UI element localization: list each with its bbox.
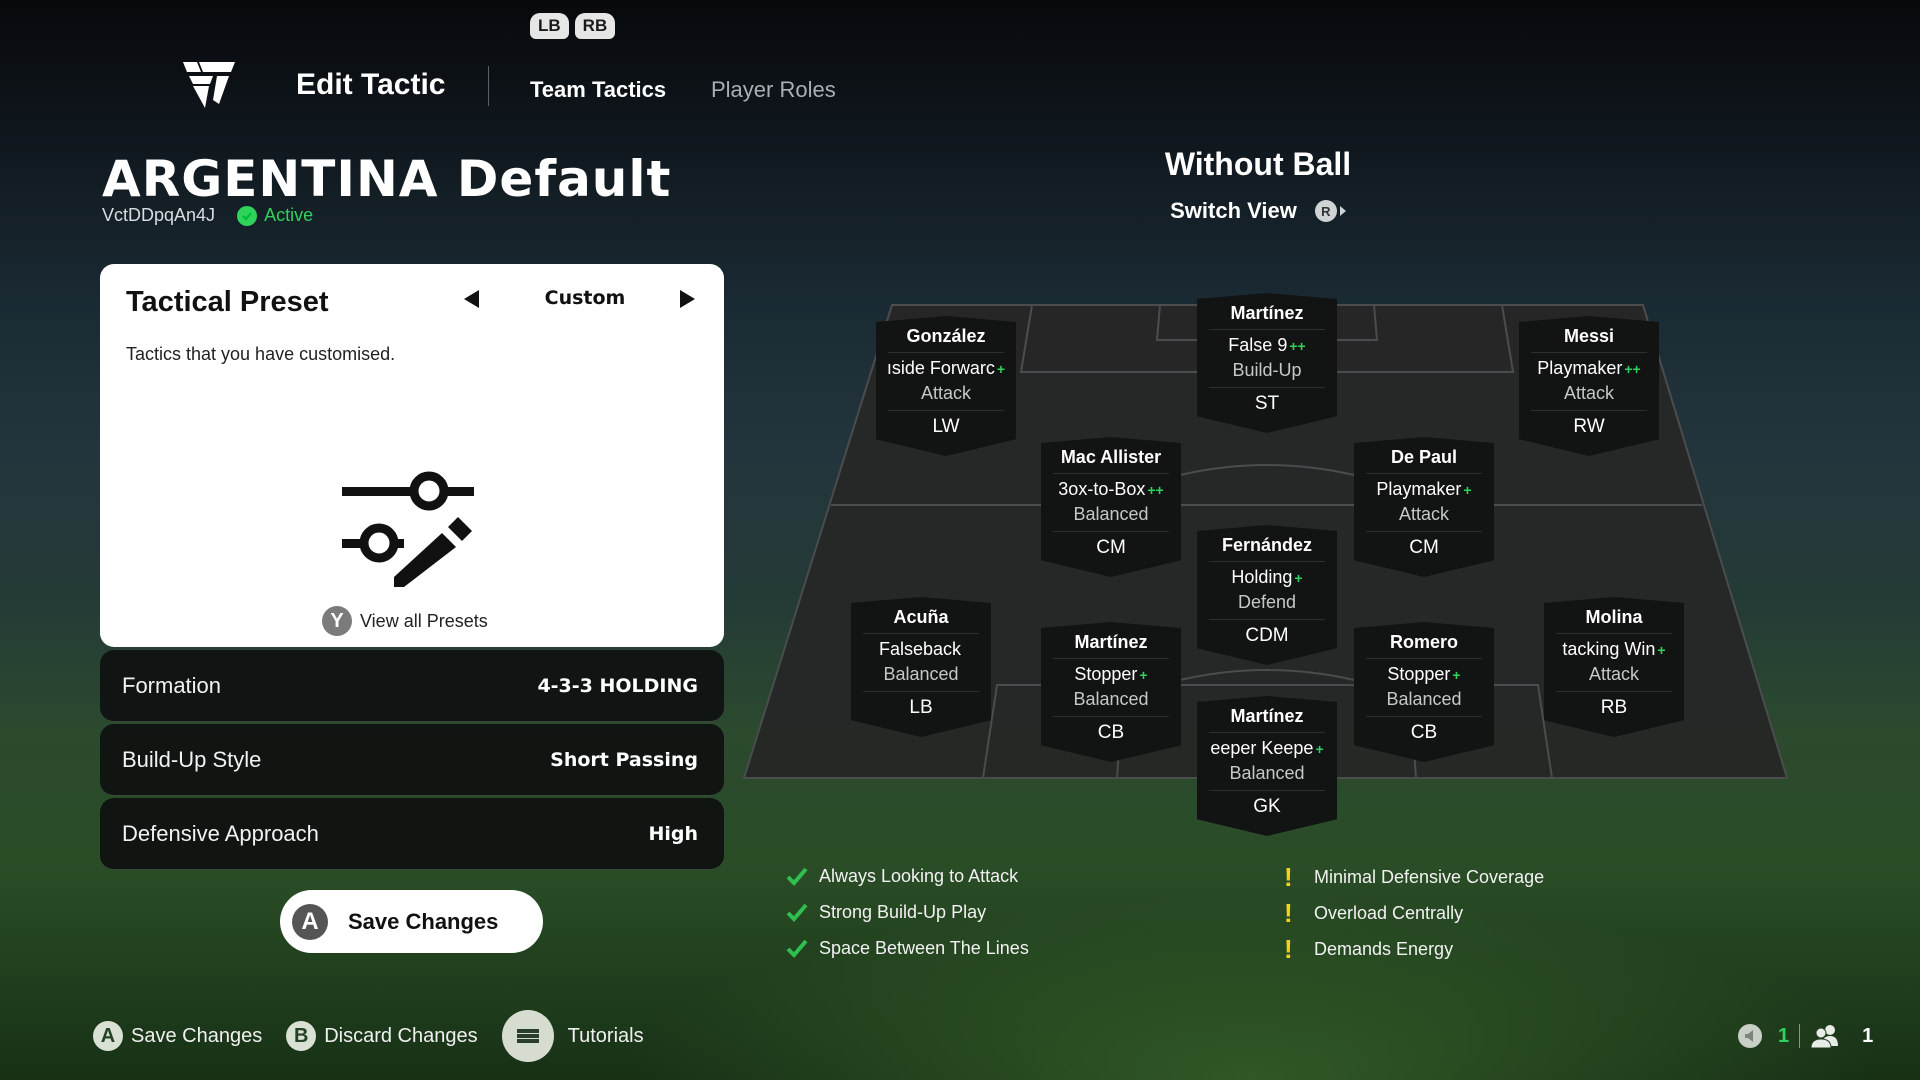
- strength-item: Always Looking to Attack: [785, 864, 1018, 888]
- player-role: ıside Forwarc +: [886, 358, 1006, 378]
- weakness-item: ! Demands Energy: [1284, 934, 1453, 965]
- player-card-gk[interactable]: Martínez eeper Keepe + Balanced GK: [1197, 696, 1337, 836]
- player-focus: Balanced: [863, 662, 979, 692]
- player-focus: Balanced: [1366, 687, 1482, 717]
- player-position: CM: [1096, 537, 1126, 558]
- role-familiarity-plus-icon: +: [1139, 667, 1148, 683]
- role-familiarity-plus-icon: +: [996, 361, 1006, 377]
- player-focus: Attack: [888, 381, 1004, 411]
- player-card-cm[interactable]: Mac Allister 3ox-to-Box ++ Balanced CM: [1041, 437, 1181, 577]
- check-icon: [786, 867, 808, 886]
- role-familiarity-plus-icon: +: [1294, 570, 1303, 586]
- player-role: eeper Keepe +: [1210, 738, 1324, 758]
- player-position: RB: [1600, 697, 1628, 718]
- player-role: Playmaker +: [1376, 479, 1472, 499]
- weakness-label: Minimal Defensive Coverage: [1314, 867, 1545, 887]
- check-icon: [786, 903, 808, 922]
- player-focus: Attack: [1556, 662, 1672, 692]
- player-role: Stopper +: [1387, 664, 1461, 684]
- role-familiarity-plus-icon: ++: [1147, 482, 1164, 498]
- player-name: Molina: [1556, 606, 1672, 634]
- player-name: Martínez: [1209, 705, 1325, 733]
- player-name: Fernández: [1209, 534, 1325, 562]
- role-familiarity-plus-icon: +: [1657, 642, 1666, 658]
- player-role: Stopper +: [1074, 664, 1148, 684]
- role-familiarity-plus-icon: +: [1463, 482, 1472, 498]
- role-familiarity-plus-icon: +: [1315, 741, 1324, 757]
- player-role: Holding +: [1231, 567, 1303, 587]
- player-card-cb[interactable]: Martínez Stopper + Balanced CB: [1041, 622, 1181, 762]
- player-role: False 9 ++: [1228, 335, 1306, 355]
- player-card-cdm[interactable]: Fernández Holding + Defend CDM: [1197, 525, 1337, 665]
- weakness-item: ! Overload Centrally: [1284, 898, 1463, 929]
- role-familiarity-plus-icon: ++: [1624, 361, 1641, 377]
- player-focus: Attack: [1531, 381, 1647, 411]
- player-name: De Paul: [1366, 446, 1482, 474]
- player-position: CB: [1410, 722, 1438, 743]
- player-card-lb[interactable]: Acuña Falseback Balanced LB: [851, 597, 991, 737]
- player-focus: Balanced: [1209, 761, 1325, 791]
- player-name: Martínez: [1209, 302, 1325, 330]
- player-card-st[interactable]: Martínez False 9 ++ Build-Up ST: [1197, 293, 1337, 433]
- player-role: 3ox-to-Box ++: [1058, 479, 1164, 499]
- player-name: Martínez: [1053, 631, 1169, 659]
- strength-label: Always Looking to Attack: [819, 865, 1019, 886]
- player-position: RW: [1573, 416, 1605, 437]
- player-role: Falseback: [878, 639, 962, 659]
- warning-icon: !: [1284, 898, 1293, 928]
- player-focus: Balanced: [1053, 687, 1169, 717]
- strength-label: Space Between The Lines: [819, 937, 1029, 958]
- player-position: CM: [1409, 537, 1439, 558]
- strength-item: Space Between The Lines: [785, 936, 1029, 960]
- player-name: Romero: [1366, 631, 1482, 659]
- player-name: Messi: [1531, 325, 1647, 353]
- strength-label: Strong Build-Up Play: [819, 901, 987, 922]
- weakness-label: Overload Centrally: [1314, 903, 1464, 923]
- player-card-rb[interactable]: Molina tacking Win + Attack RB: [1544, 597, 1684, 737]
- weakness-label: Demands Energy: [1314, 939, 1454, 959]
- warning-icon: !: [1284, 862, 1293, 892]
- player-position: ST: [1254, 393, 1280, 414]
- role-familiarity-plus-icon: ++: [1289, 338, 1306, 354]
- player-name: González: [888, 325, 1004, 353]
- strength-item: Strong Build-Up Play: [785, 900, 986, 924]
- check-icon: [786, 939, 808, 958]
- player-focus: Defend: [1209, 590, 1325, 620]
- player-card-lw[interactable]: González ıside Forwarc + Attack LW: [876, 316, 1016, 456]
- player-role: tacking Win +: [1562, 639, 1666, 659]
- player-focus: Balanced: [1053, 502, 1169, 532]
- player-card-cm[interactable]: De Paul Playmaker + Attack CM: [1354, 437, 1494, 577]
- player-card-rw[interactable]: Messi Playmaker ++ Attack RW: [1519, 316, 1659, 456]
- player-position: LB: [909, 697, 933, 718]
- warning-icon: !: [1284, 934, 1293, 964]
- player-position: GK: [1253, 796, 1281, 817]
- player-focus: Attack: [1366, 502, 1482, 532]
- player-position: LW: [932, 416, 960, 437]
- player-focus: Build-Up: [1209, 358, 1325, 388]
- player-position: CDM: [1245, 625, 1289, 646]
- player-card-cb[interactable]: Romero Stopper + Balanced CB: [1354, 622, 1494, 762]
- player-name: Mac Allister: [1053, 446, 1169, 474]
- player-role: Playmaker ++: [1537, 358, 1641, 378]
- player-name: Acuña: [863, 606, 979, 634]
- weakness-item: ! Minimal Defensive Coverage: [1284, 862, 1544, 893]
- role-familiarity-plus-icon: +: [1452, 667, 1461, 683]
- player-position: CB: [1097, 722, 1125, 743]
